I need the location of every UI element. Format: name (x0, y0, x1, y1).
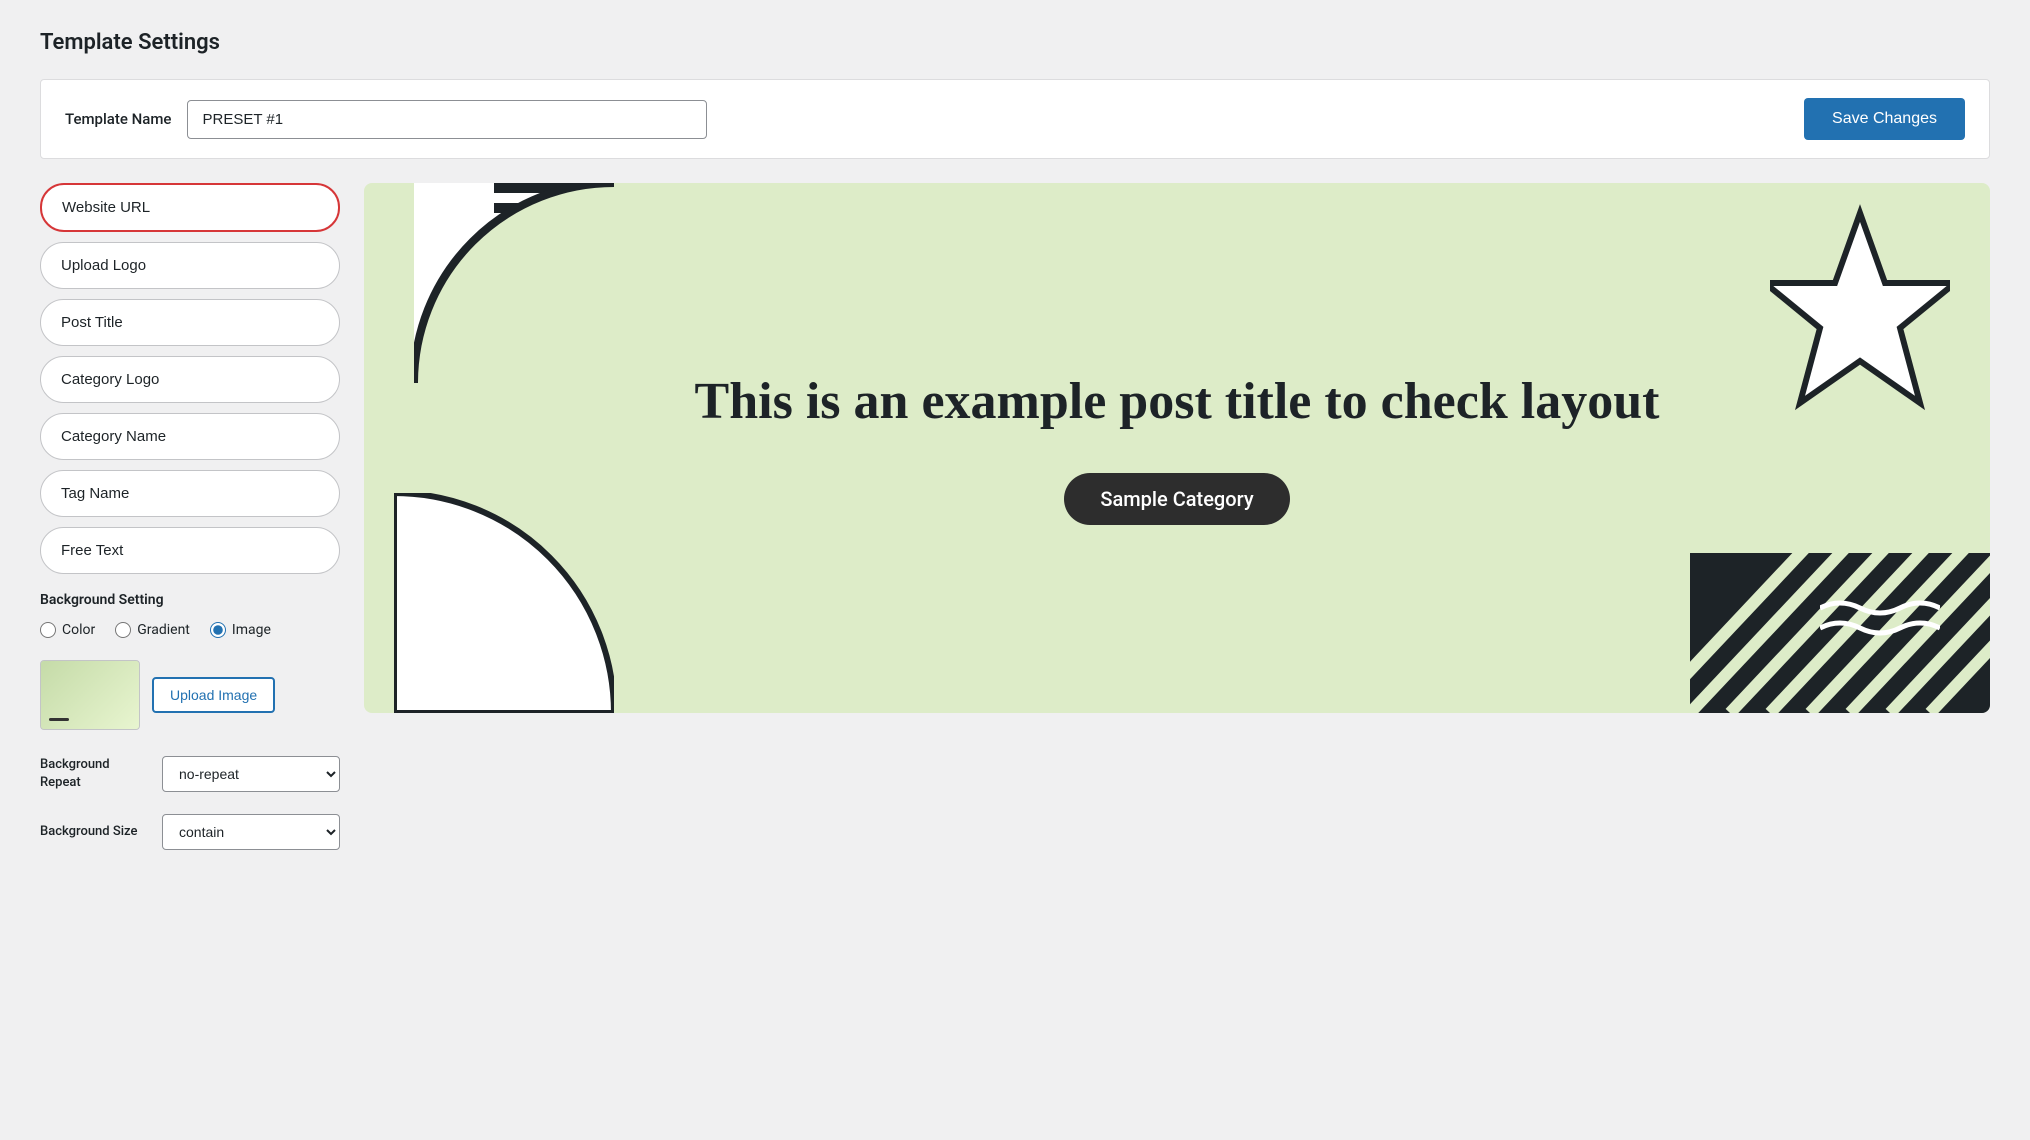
background-repeat-label: Background Repeat (40, 756, 150, 792)
image-thumbnail (40, 660, 140, 730)
sidebar-item-tag-name[interactable]: Tag Name (40, 470, 340, 517)
radio-color-label: Color (62, 622, 95, 638)
sidebar-item-website-url[interactable]: Website URL (40, 183, 340, 232)
radio-color[interactable]: Color (40, 622, 95, 638)
template-name-group: Template Name (65, 100, 707, 139)
radio-gradient[interactable]: Gradient (115, 622, 190, 638)
image-thumb-inner (41, 661, 139, 729)
radio-color-input[interactable] (40, 622, 56, 638)
sidebar-item-upload-logo[interactable]: Upload Logo (40, 242, 340, 289)
radio-image-input[interactable] (210, 622, 226, 638)
template-name-label: Template Name (65, 110, 171, 128)
background-radio-group: Color Gradient Image (40, 622, 340, 638)
background-size-select[interactable]: contain cover auto (162, 814, 340, 850)
sidebar-item-category-name[interactable]: Category Name (40, 413, 340, 460)
sidebar-item-post-title[interactable]: Post Title (40, 299, 340, 346)
preview-area: This is an example post title to check l… (364, 183, 1990, 713)
deco-waves (1820, 593, 1940, 653)
top-bar: Template Name Save Changes (40, 79, 1990, 159)
radio-gradient-label: Gradient (137, 622, 190, 638)
background-setting-label: Background Setting (40, 592, 340, 608)
background-repeat-select[interactable]: no-repeat repeat repeat-x repeat-y (162, 756, 340, 792)
background-size-row: Background Size contain cover auto (40, 814, 340, 850)
preview-content: This is an example post title to check l… (575, 331, 1780, 565)
background-size-label: Background Size (40, 823, 150, 841)
deco-bottom-right (1690, 553, 1990, 713)
thumb-decoration (49, 718, 69, 721)
upload-image-button[interactable]: Upload Image (152, 677, 275, 713)
radio-image[interactable]: Image (210, 622, 271, 638)
radio-image-label: Image (232, 622, 271, 638)
image-upload-row: Upload Image (40, 660, 340, 730)
deco-top-right-star (1770, 203, 1950, 423)
preview-category-badge: Sample Category (1064, 473, 1289, 525)
sidebar-item-category-logo[interactable]: Category Logo (40, 356, 340, 403)
preview-post-title: This is an example post title to check l… (695, 371, 1660, 433)
sidebar-item-free-text[interactable]: Free Text (40, 527, 340, 574)
background-repeat-row: Background Repeat no-repeat repeat repea… (40, 756, 340, 792)
page-title: Template Settings (40, 30, 1990, 55)
save-changes-button[interactable]: Save Changes (1804, 98, 1965, 140)
template-name-input[interactable] (187, 100, 707, 139)
radio-gradient-input[interactable] (115, 622, 131, 638)
sidebar: Website URL Upload Logo Post Title Categ… (40, 183, 340, 862)
main-content: Website URL Upload Logo Post Title Categ… (40, 183, 1990, 862)
